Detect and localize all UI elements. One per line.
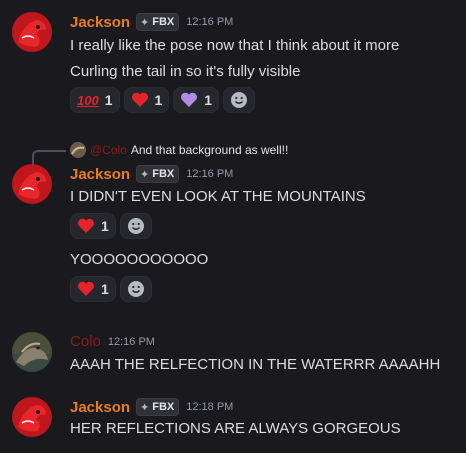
- sparkle-icon: ✦: [140, 401, 150, 414]
- tag-label: FBX: [152, 168, 175, 180]
- reply-author[interactable]: @Colo: [90, 143, 127, 157]
- timestamp[interactable]: 12:16 PM: [108, 336, 155, 348]
- add-reaction-button[interactable]: [119, 213, 152, 239]
- timestamp[interactable]: 12:18 PM: [186, 401, 233, 413]
- username[interactable]: Colo: [70, 333, 101, 350]
- smiley-icon: [231, 92, 248, 108]
- timestamp[interactable]: 12:16 PM: [186, 168, 233, 180]
- server-tag[interactable]: ✦ FBX: [136, 165, 180, 183]
- reaction-count: 1: [204, 92, 213, 108]
- reaction[interactable]: 1: [123, 87, 170, 113]
- add-reaction-button[interactable]: [119, 276, 152, 302]
- username[interactable]: Jackson: [70, 399, 130, 416]
- username[interactable]: Jackson: [70, 14, 130, 31]
- add-reaction-button[interactable]: [223, 87, 256, 113]
- avatar[interactable]: [12, 12, 52, 52]
- red-heart-icon: [131, 92, 148, 107]
- smiley-icon: [127, 218, 144, 234]
- reaction[interactable]: 1: [70, 213, 116, 239]
- hundred-points-icon: 100: [77, 92, 99, 108]
- reaction-count: 1: [154, 92, 163, 108]
- username[interactable]: Jackson: [70, 166, 130, 183]
- tag-label: FBX: [152, 16, 175, 28]
- server-tag[interactable]: ✦ FBX: [136, 398, 180, 416]
- reaction[interactable]: 1: [70, 276, 116, 302]
- red-heart-icon: [78, 281, 94, 296]
- message-text: I DIDN'T EVEN LOOK AT THE MOUNTAINS: [70, 188, 366, 205]
- timestamp[interactable]: 12:16 PM: [186, 16, 233, 28]
- reply-text: And that background as well!!: [130, 143, 289, 157]
- purple-heart-icon: [181, 92, 198, 107]
- reaction[interactable]: 1: [173, 87, 220, 113]
- sparkle-icon: ✦: [140, 16, 150, 29]
- reaction-count: 1: [104, 92, 113, 108]
- red-heart-icon: [78, 218, 94, 233]
- avatar: [70, 142, 86, 158]
- reaction-count: 1: [101, 281, 109, 297]
- message-text: I really like the pose now that I think …: [70, 37, 400, 54]
- smiley-icon: [127, 281, 144, 297]
- message-text: HER REFLECTIONS ARE ALWAYS GORGEOUS: [70, 420, 401, 437]
- server-tag[interactable]: ✦ FBX: [136, 13, 180, 31]
- tag-label: FBX: [152, 401, 175, 413]
- message-text: YOOOOOOOOOOO: [70, 251, 209, 268]
- reply-preview[interactable]: @Colo And that background as well!!: [70, 142, 288, 158]
- avatar[interactable]: [12, 164, 52, 204]
- reaction[interactable]: 100 1: [70, 87, 120, 113]
- message-text: AAAH THE RELFECTION IN THE WATERRR AAAAH…: [70, 356, 441, 373]
- avatar[interactable]: [12, 332, 52, 372]
- message-text: Curling the tail in so it's fully visibl…: [70, 63, 301, 80]
- reply-connector: [32, 150, 66, 166]
- sparkle-icon: ✦: [140, 168, 150, 181]
- reaction-count: 1: [101, 218, 109, 234]
- avatar[interactable]: [12, 397, 52, 437]
